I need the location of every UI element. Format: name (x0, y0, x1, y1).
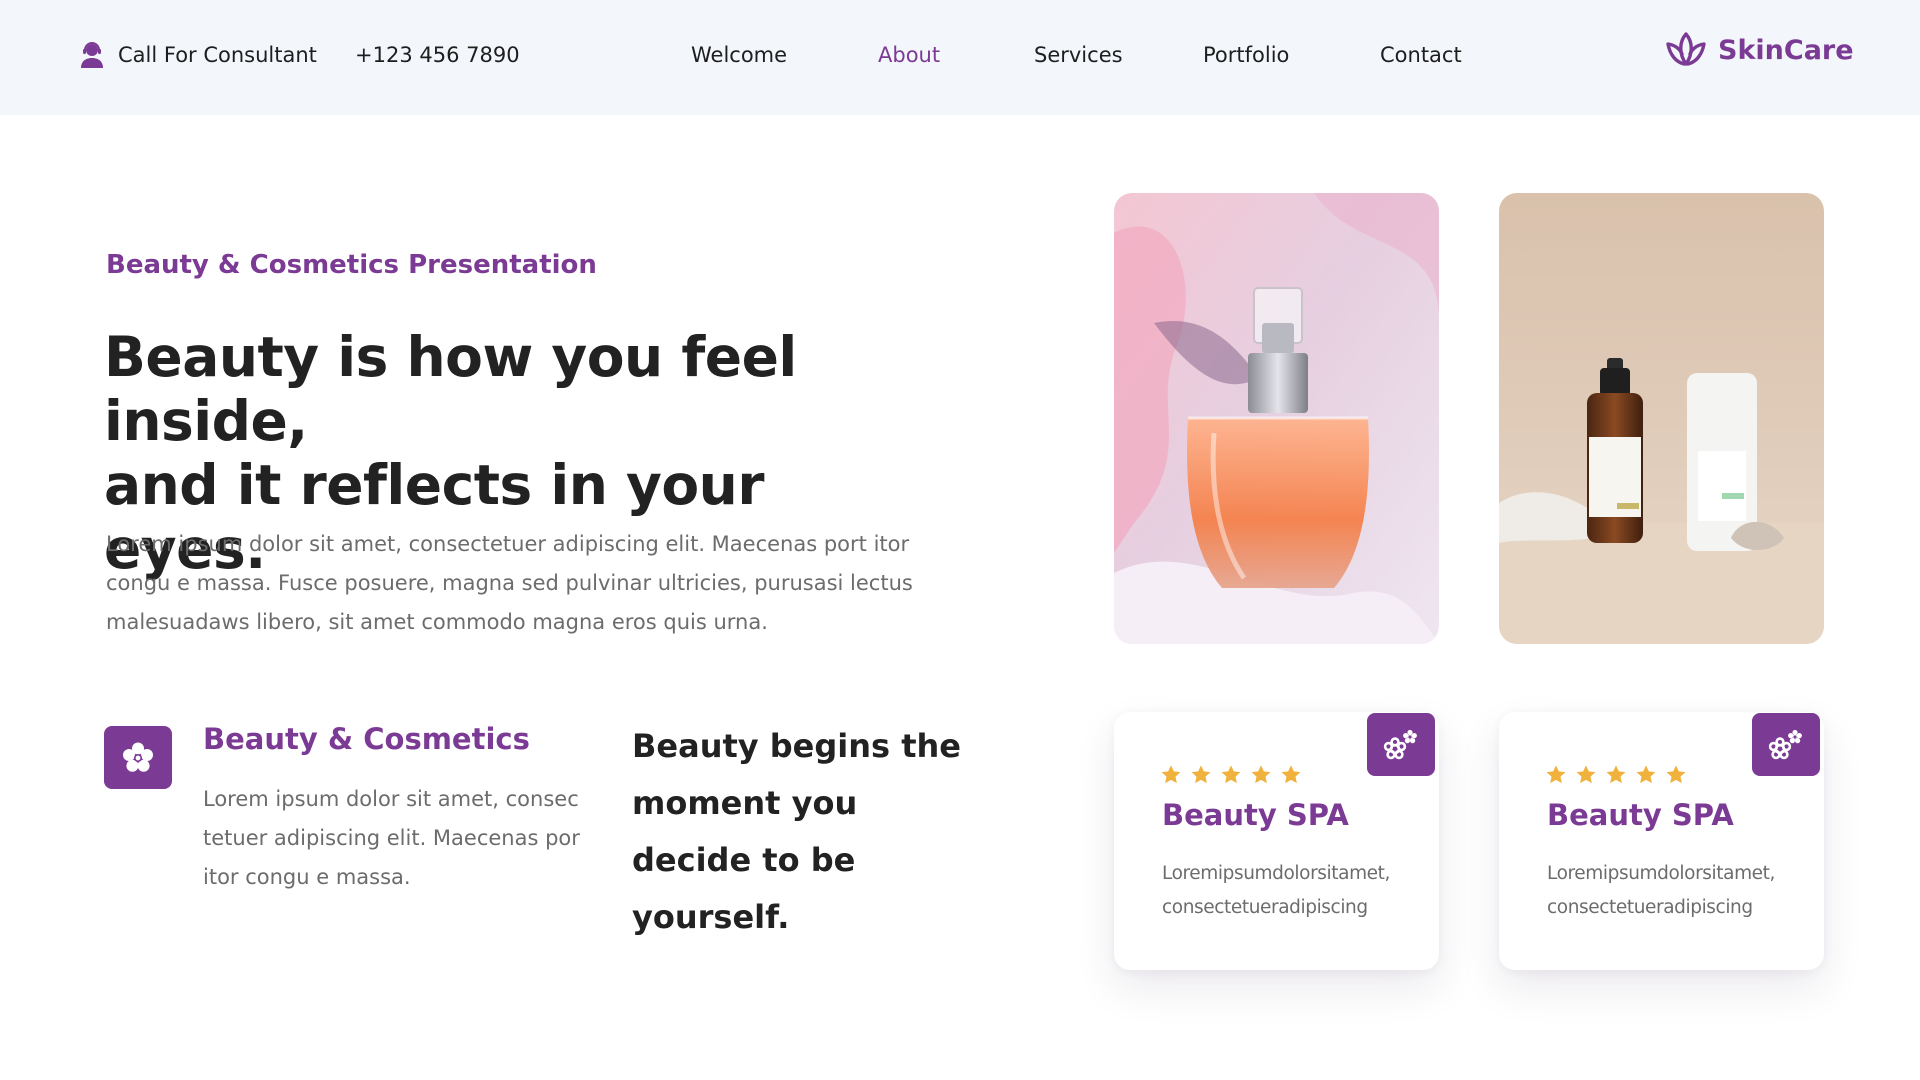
star-icon (1161, 765, 1181, 784)
perfume-bottle-photo (1114, 193, 1439, 644)
brand-logo[interactable]: SkinCare (1664, 28, 1854, 72)
flowers-icon (1383, 729, 1417, 759)
star-rating (1160, 764, 1302, 786)
flower-icon (123, 742, 153, 772)
flowers-icon (1768, 729, 1802, 759)
main-nav: Welcome About Services Portfolio Contact (0, 40, 1920, 70)
star-icon (1546, 765, 1566, 784)
intro-paragraph: Lorem ipsum dolor sit amet, consectetuer… (106, 532, 913, 634)
star-icon (1606, 765, 1626, 784)
lotus-icon (1666, 32, 1706, 66)
service-card[interactable]: Beauty SPA Loremipsumdolorsitamet, conse… (1499, 712, 1824, 970)
card-icon-badge (1752, 713, 1820, 776)
card-title: Beauty SPA (1162, 798, 1349, 832)
nav-item-welcome[interactable]: Welcome (691, 40, 787, 70)
card-title: Beauty SPA (1547, 798, 1734, 832)
top-bar: Call For Consultant +123 456 7890 Welcom… (0, 0, 1920, 115)
quote-text: Beauty begins the moment you decide to b… (632, 727, 961, 936)
nav-item-about[interactable]: About (878, 40, 940, 70)
feature-icon-badge (104, 726, 172, 789)
star-rating (1545, 764, 1687, 786)
star-icon (1191, 765, 1211, 784)
star-icon (1636, 765, 1656, 784)
star-icon (1666, 765, 1686, 784)
feature-title: Beauty & Cosmetics (203, 722, 530, 756)
star-icon (1251, 765, 1271, 784)
nav-item-services[interactable]: Services (1034, 40, 1123, 70)
star-icon (1576, 765, 1596, 784)
card-icon-badge (1367, 713, 1435, 776)
serum-bottles-photo (1499, 193, 1824, 644)
section-eyebrow: Beauty & Cosmetics Presentation (106, 250, 597, 280)
service-card[interactable]: Beauty SPA Loremipsumdolorsitamet, conse… (1114, 712, 1439, 970)
card-description: Loremipsumdolorsitamet, consectetueradip… (1547, 863, 1776, 918)
nav-item-portfolio[interactable]: Portfolio (1203, 40, 1289, 70)
nav-item-contact[interactable]: Contact (1380, 40, 1462, 70)
feature-description: Lorem ipsum dolor sit amet, consec tetue… (203, 787, 580, 889)
card-description: Loremipsumdolorsitamet, consectetueradip… (1162, 863, 1391, 918)
star-icon (1281, 765, 1301, 784)
star-icon (1221, 765, 1241, 784)
headline-line-1: Beauty is how you feel inside, (104, 325, 797, 453)
brand-name: SkinCare (1718, 34, 1854, 66)
